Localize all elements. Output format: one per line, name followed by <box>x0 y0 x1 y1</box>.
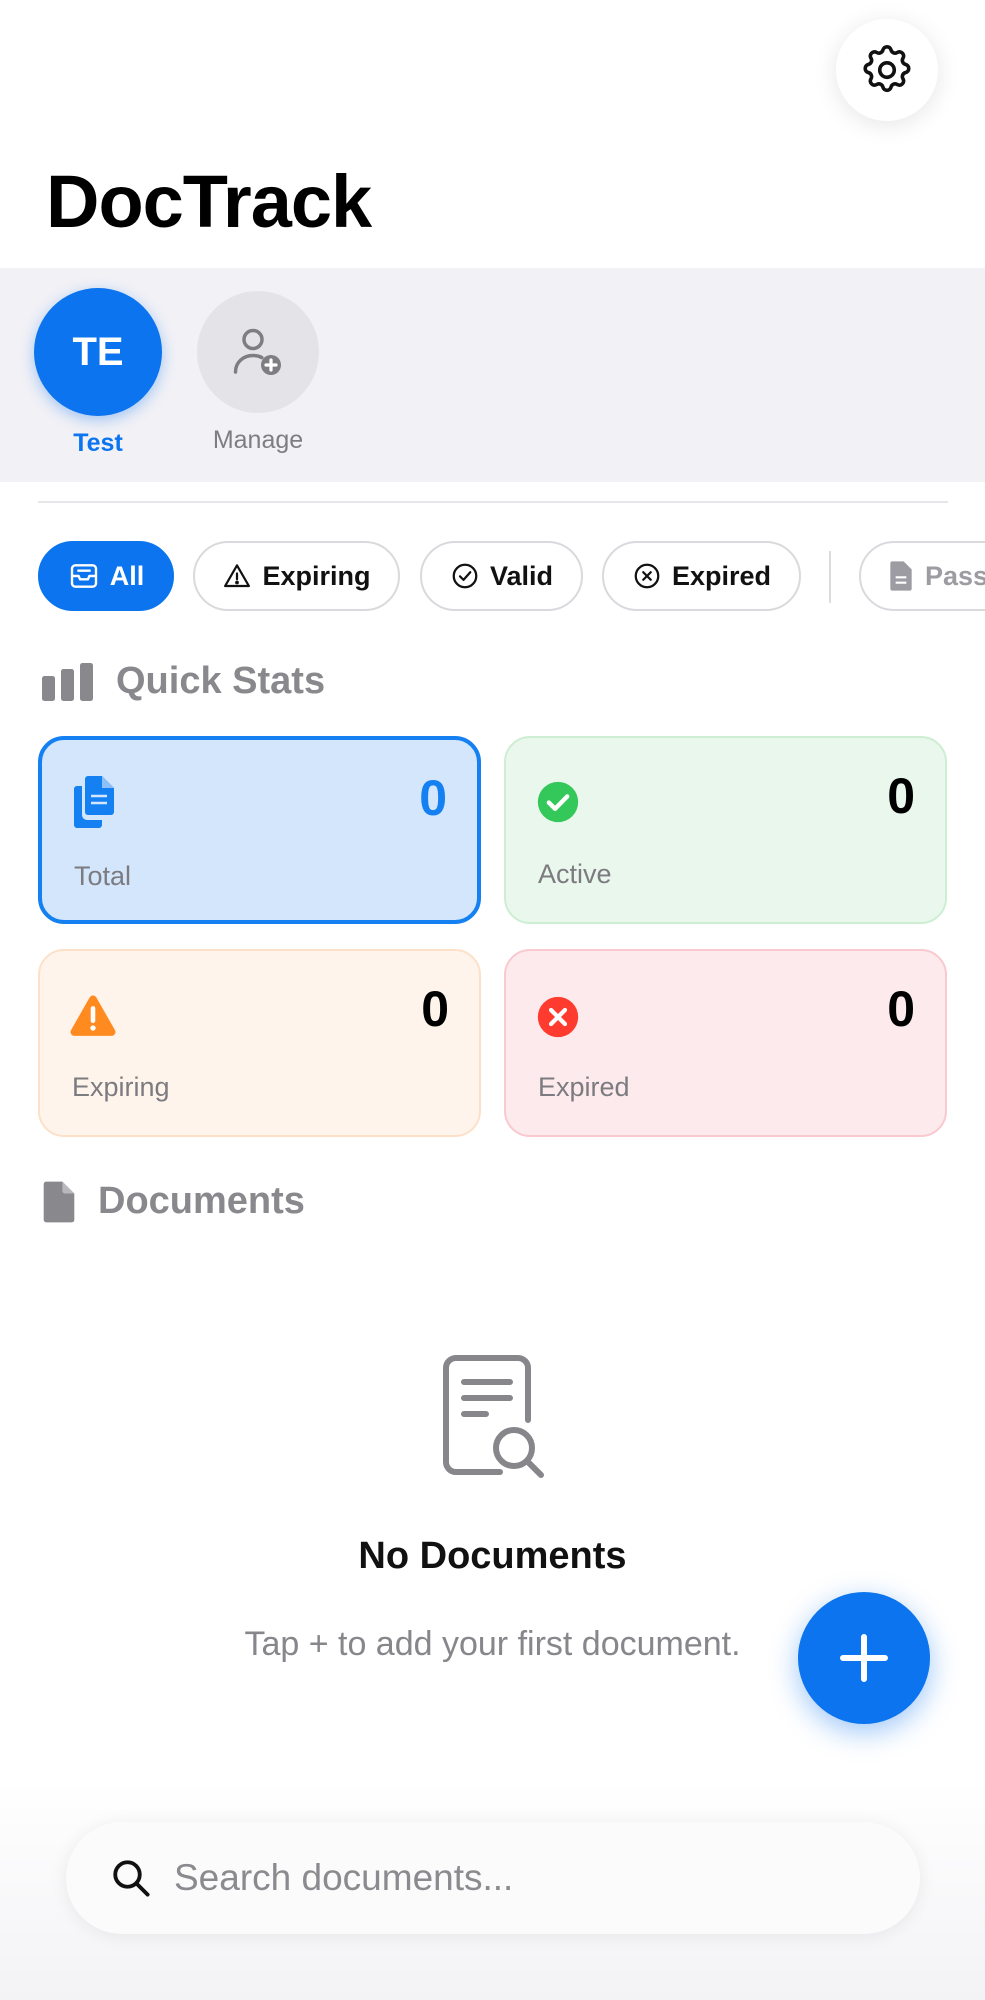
stat-value: 0 <box>419 770 447 826</box>
gear-icon <box>863 45 911 93</box>
page-title: DocTrack <box>46 160 372 243</box>
search-bar[interactable] <box>66 1822 920 1934</box>
plus-icon <box>840 1634 888 1682</box>
add-person-icon <box>233 328 281 375</box>
stat-label: Expired <box>538 1072 630 1102</box>
checkmark-circle-icon <box>537 781 579 823</box>
manage-label: Manage <box>212 426 304 454</box>
filter-chip-expiring[interactable]: Expiring <box>193 541 400 611</box>
warning-triangle-icon <box>224 564 251 588</box>
add-document-button[interactable] <box>798 1592 930 1724</box>
search-icon <box>113 1860 150 1897</box>
filter-chip-pass[interactable]: Pass <box>859 541 985 611</box>
quick-stats-header: Quick Stats <box>42 660 325 703</box>
x-circle-icon <box>634 563 660 589</box>
filter-chip-expired[interactable]: Expired <box>602 541 801 611</box>
stat-value: 0 <box>887 981 915 1037</box>
profile-name: Test <box>73 429 123 457</box>
documents-stack-icon <box>74 776 114 828</box>
avatar-initials: TE <box>72 329 124 374</box>
stat-label: Active <box>538 859 612 889</box>
filter-chip-label: All <box>109 560 145 591</box>
filter-chip-label: Pass <box>925 560 985 591</box>
warning-triangle-icon <box>70 995 116 1036</box>
filter-chip-label: Expired <box>671 560 772 591</box>
stat-card-expiring[interactable]: 0 Expiring <box>38 949 481 1137</box>
chip-separator <box>829 551 831 603</box>
document-icon <box>43 1181 75 1222</box>
stat-card-total[interactable]: 0 Total <box>38 736 481 924</box>
stat-label: Expiring <box>72 1072 170 1102</box>
documents-header: Documents <box>42 1180 305 1223</box>
filter-chip-label: Valid <box>489 560 554 591</box>
filter-chip-valid[interactable]: Valid <box>420 541 583 611</box>
section-title: Quick Stats <box>116 660 326 702</box>
filter-chip-all[interactable]: All <box>38 541 174 611</box>
manage-profiles-button[interactable]: Manage <box>188 288 328 455</box>
tray-icon <box>70 564 97 588</box>
section-title: Documents <box>98 1180 305 1222</box>
stat-label: Total <box>74 861 132 891</box>
profile-item-test[interactable]: TE Test <box>28 288 168 458</box>
manage-avatar <box>197 291 319 413</box>
stat-card-expired[interactable]: 0 Expired <box>504 949 947 1137</box>
divider <box>38 501 948 503</box>
bar-chart-icon <box>42 662 93 701</box>
document-icon <box>890 561 912 591</box>
empty-state-title: No Documents <box>358 1535 627 1577</box>
checkmark-circle-icon <box>452 563 478 589</box>
search-input[interactable] <box>174 1846 874 1910</box>
filter-chips: All Expiring Valid Expired Pass <box>38 541 985 611</box>
app-screen: DocTrack TE Test Manage All Expiring Val… <box>0 0 985 2000</box>
stat-value: 0 <box>887 768 915 824</box>
filter-chip-label: Expiring <box>262 560 371 591</box>
document-search-icon <box>443 1355 544 1478</box>
settings-button[interactable] <box>836 19 938 121</box>
stat-card-active[interactable]: 0 Active <box>504 736 947 924</box>
avatar: TE <box>34 288 162 416</box>
x-circle-icon <box>537 996 579 1038</box>
stat-value: 0 <box>421 981 449 1037</box>
